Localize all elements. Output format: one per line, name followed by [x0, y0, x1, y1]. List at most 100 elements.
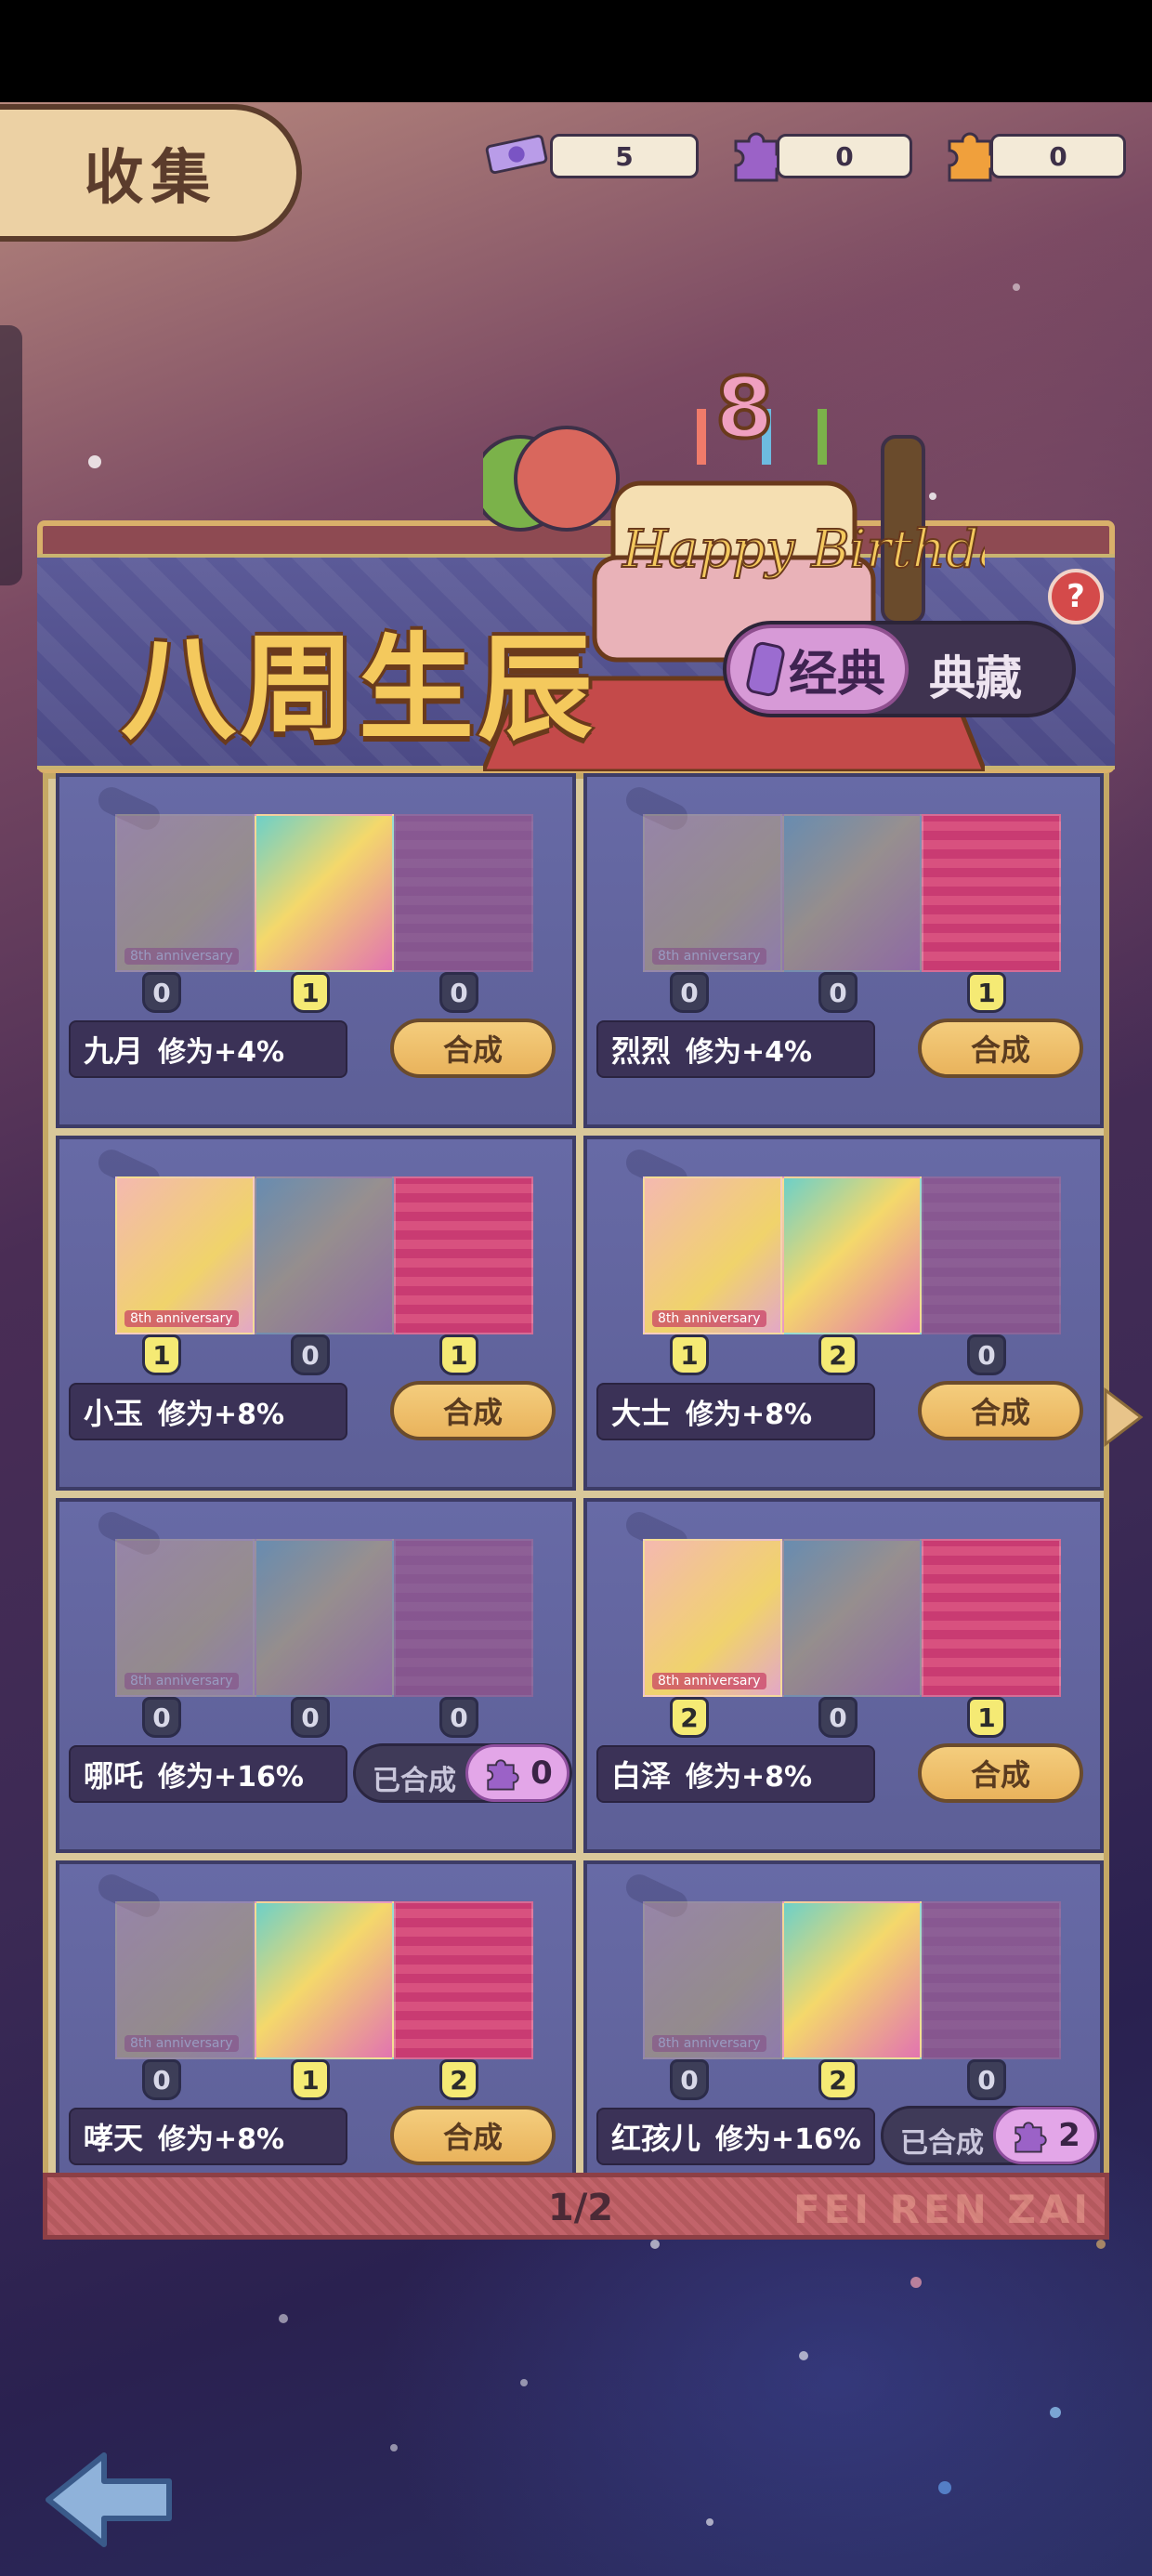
- piece-count-badge: 0: [818, 972, 857, 1013]
- puzzle-image: 8th anniversary: [643, 814, 1061, 972]
- character-name: 烈烈: [611, 1033, 672, 1069]
- character-name: 白泽: [611, 1758, 672, 1794]
- piece-count-badge: 1: [291, 2059, 330, 2100]
- side-handle[interactable]: [0, 325, 22, 585]
- purple-puzzle-icon: [487, 1759, 519, 1791]
- synthesized-status: 已合成 0: [353, 1743, 572, 1803]
- puzzle-image: 8th anniversary: [115, 814, 533, 972]
- puzzle-piece: [922, 814, 1061, 972]
- bonus-text: 修为+16%: [715, 2123, 861, 2156]
- puzzle-piece: 8th anniversary: [643, 1539, 782, 1697]
- character-card[interactable]: 8th anniversary 1 0 1 小玉 修为+8% 合成: [56, 1136, 576, 1491]
- help-icon: ?: [1067, 578, 1085, 615]
- puzzle-image: 8th anniversary: [643, 1176, 1061, 1334]
- bonus-text: 修为+4%: [686, 1036, 813, 1069]
- character-card[interactable]: 8th anniversary 0 1 2 哮天 修为+8% 合成: [56, 1860, 576, 2215]
- piece-count-badge: 0: [142, 2059, 181, 2100]
- piece-count-badge: 1: [967, 972, 1006, 1013]
- puzzle-image: 8th anniversary: [115, 1901, 533, 2059]
- anniversary-label: 8th anniversary: [124, 1310, 239, 1327]
- anniversary-label: 8th anniversary: [124, 2035, 239, 2052]
- puzzle-piece: [394, 1176, 533, 1334]
- event-title: 八周生辰: [121, 623, 597, 756]
- piece-count-badge: 0: [967, 2059, 1006, 2100]
- puzzle-piece: [255, 814, 394, 972]
- piece-count-badge: 0: [670, 972, 709, 1013]
- anniversary-label: 8th anniversary: [124, 1673, 239, 1689]
- character-card[interactable]: 8th anniversary 0 0 0 哪吒 修为+16% 已合成 0: [56, 1498, 576, 1853]
- anniversary-label: 8th anniversary: [124, 948, 239, 965]
- puzzle-image: 8th anniversary: [115, 1539, 533, 1697]
- synthesized-count: 0: [465, 1744, 569, 1802]
- piece-count-badge: 0: [670, 2059, 709, 2100]
- character-name: 九月: [84, 1033, 144, 1069]
- piece-count-badge: 1: [967, 1697, 1006, 1738]
- bonus-text: 修为+8%: [686, 1399, 813, 1431]
- character-card[interactable]: 8th anniversary 0 0 1 烈烈 修为+4% 合成: [583, 773, 1104, 1128]
- bonus-text: 修为+4%: [158, 1036, 285, 1069]
- card-grid: 8th anniversary 0 1 0 九月 修为+4% 合成 8th anniversa…: [43, 773, 1109, 2215]
- purple-puzzle-counter: 0: [777, 134, 912, 178]
- piece-count-badge: 1: [291, 972, 330, 1013]
- pager-bar: 1/2 FEI REN ZAI: [43, 2173, 1109, 2240]
- character-name: 哪吒: [84, 1758, 144, 1794]
- puzzle-piece: 8th anniversary: [115, 1539, 255, 1697]
- anniversary-label: 8th anniversary: [652, 1310, 766, 1327]
- tab-collection-label: 典藏: [929, 651, 1022, 705]
- synthesize-button[interactable]: 合成: [390, 1381, 556, 1440]
- piece-count-badge: 2: [818, 2059, 857, 2100]
- puzzle-piece: 8th anniversary: [643, 1901, 782, 2059]
- puzzle-image: 8th anniversary: [643, 1901, 1061, 2059]
- puzzle-piece: [922, 1901, 1061, 2059]
- character-name: 大士: [611, 1396, 672, 1431]
- synthesize-button[interactable]: 合成: [390, 1019, 556, 1078]
- puzzle-piece: 8th anniversary: [115, 1901, 255, 2059]
- collection-toggle[interactable]: 经典 典藏: [723, 621, 1076, 717]
- tab-collection[interactable]: 典藏: [929, 641, 1022, 708]
- character-name-plate: 烈烈 修为+4%: [596, 1020, 875, 1078]
- puzzle-piece: [782, 1539, 922, 1697]
- character-card[interactable]: 8th anniversary 0 2 0 红孩儿 修为+16% 已合成 2: [583, 1860, 1104, 2215]
- puzzle-image: 8th anniversary: [115, 1176, 533, 1334]
- character-card[interactable]: 8th anniversary 2 0 1 白泽 修为+8% 合成: [583, 1498, 1104, 1853]
- puzzle-piece: [255, 1901, 394, 2059]
- bonus-text: 修为+16%: [158, 1761, 304, 1794]
- synthesize-button[interactable]: 合成: [918, 1743, 1083, 1803]
- piece-count-badge: 0: [818, 1697, 857, 1738]
- anniversary-label: 8th anniversary: [652, 948, 766, 965]
- puzzle-piece: [255, 1539, 394, 1697]
- collect-tab[interactable]: 收集: [0, 104, 302, 242]
- synthesize-button[interactable]: 合成: [918, 1381, 1083, 1440]
- puzzle-piece: 8th anniversary: [115, 814, 255, 972]
- help-button[interactable]: ?: [1048, 569, 1104, 624]
- tab-classic[interactable]: 经典: [727, 624, 909, 714]
- piece-count-badge: 1: [439, 1334, 478, 1375]
- piece-count-badge: 0: [291, 1697, 330, 1738]
- back-arrow-icon[interactable]: [39, 2450, 178, 2550]
- character-card[interactable]: 8th anniversary 1 2 0 大士 修为+8% 合成: [583, 1136, 1104, 1491]
- puzzle-piece: [922, 1539, 1061, 1697]
- next-arrow-icon[interactable]: [1100, 1385, 1146, 1450]
- piece-count-badge: 0: [142, 1697, 181, 1738]
- puzzle-piece: [394, 1539, 533, 1697]
- piece-count-badge: 2: [670, 1697, 709, 1738]
- piece-count-badge: 0: [291, 1334, 330, 1375]
- puzzle-piece: [394, 1901, 533, 2059]
- character-name-plate: 九月 修为+4%: [69, 1020, 347, 1078]
- piece-count-badge: 2: [439, 2059, 478, 2100]
- tag-icon: [744, 640, 787, 698]
- orange-puzzle-counter: 0: [990, 134, 1126, 178]
- piece-count-badge: 0: [439, 1697, 478, 1738]
- cake-number: 8: [715, 372, 774, 457]
- puzzle-piece: [922, 1176, 1061, 1334]
- puzzle-image: 8th anniversary: [643, 1539, 1061, 1697]
- synthesize-button[interactable]: 合成: [390, 2106, 556, 2165]
- synthesize-button[interactable]: 合成: [918, 1019, 1083, 1078]
- ticket-counter: 5: [550, 134, 699, 178]
- character-card[interactable]: 8th anniversary 0 1 0 九月 修为+4% 合成: [56, 773, 576, 1128]
- puzzle-piece: 8th anniversary: [643, 814, 782, 972]
- purple-puzzle-icon: [1015, 2122, 1047, 2153]
- synthesized-count-value: 2: [1058, 2117, 1080, 2154]
- character-name-plate: 哪吒 修为+16%: [69, 1745, 347, 1803]
- puzzle-piece: [394, 814, 533, 972]
